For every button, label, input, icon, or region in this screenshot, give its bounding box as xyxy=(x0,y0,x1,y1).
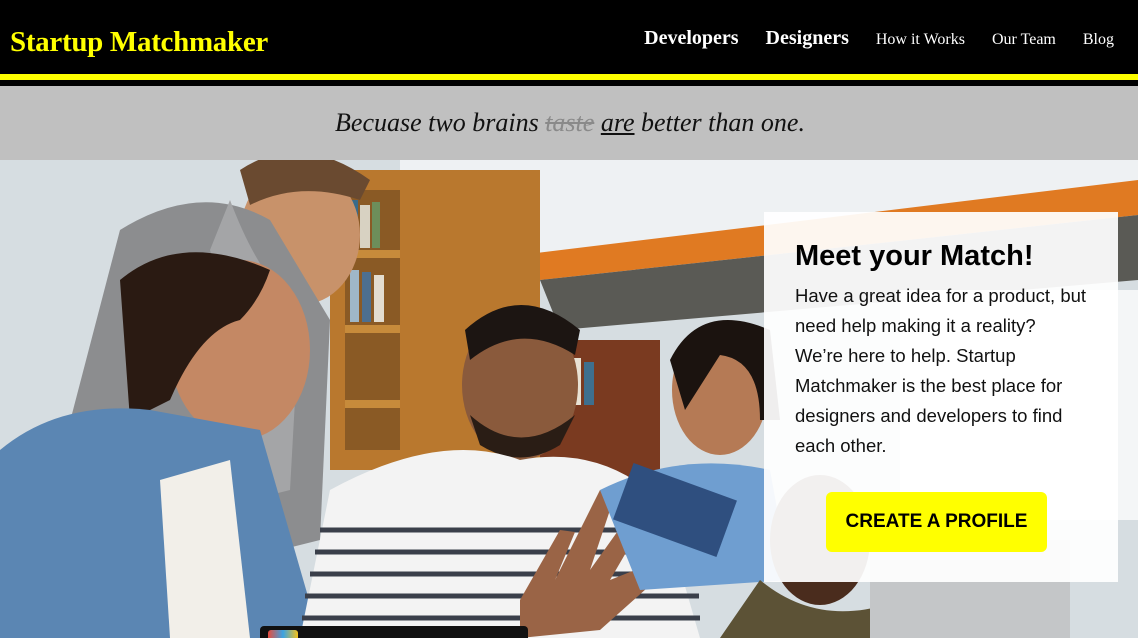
nav-link-developers[interactable]: Developers xyxy=(644,27,738,50)
main-nav: Developers Designers How it Works Our Te… xyxy=(644,27,1114,50)
create-profile-button[interactable]: CREATE A PROFILE xyxy=(826,492,1047,552)
tagline: Becuase two brains taste are better than… xyxy=(333,108,805,138)
taskbar-overlay xyxy=(260,626,528,638)
nav-link-designers[interactable]: Designers xyxy=(766,27,849,50)
nav-link-blog[interactable]: Blog xyxy=(1083,31,1114,49)
nav-link-our-team[interactable]: Our Team xyxy=(992,31,1056,49)
app-icon xyxy=(268,630,298,638)
tagline-end: . xyxy=(798,108,805,137)
tagline-band: Becuase two brains taste are better than… xyxy=(0,86,1138,160)
hero-section: Meet your Match! Have a great idea for a… xyxy=(0,160,1138,638)
card-title: Meet your Match! xyxy=(795,240,1034,272)
nav-link-how-it-works[interactable]: How it Works xyxy=(876,31,965,49)
brand-logo-link[interactable]: Startup Matchmaker xyxy=(10,26,268,59)
site-header: Startup Matchmaker Developers Designers … xyxy=(0,0,1138,80)
tagline-struck-word: taste xyxy=(545,108,595,137)
meet-your-match-card: Meet your Match! Have a great idea for a… xyxy=(764,212,1118,582)
tagline-underlined-word: are xyxy=(600,108,635,137)
tagline-part2: better than one xyxy=(634,108,799,137)
tagline-part1: Becuase two brains xyxy=(335,108,546,137)
card-body: Have a great idea for a product, but nee… xyxy=(795,285,1087,456)
